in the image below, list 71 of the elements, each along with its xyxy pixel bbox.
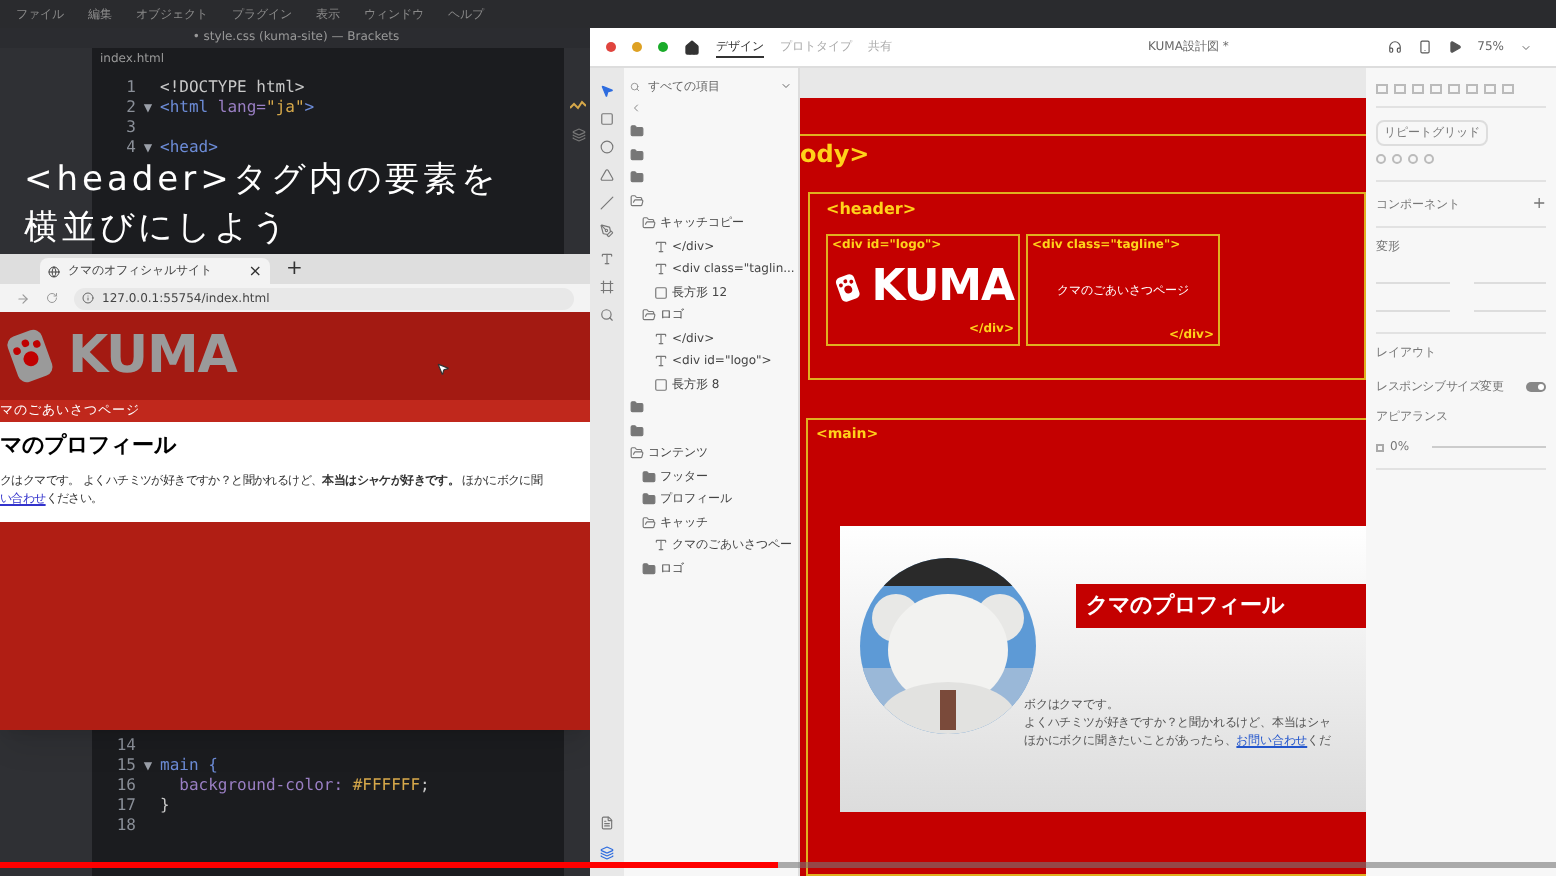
rectangle-icon [654,285,668,300]
line-number: 14 [114,734,136,758]
ellipse-tool-icon[interactable] [600,140,614,154]
code-line: <html lang="ja"> [160,96,315,120]
code-line: <!DOCTYPE html> [160,76,305,99]
text-icon [654,262,668,277]
folder-icon [630,446,644,461]
rectangle-tool-icon[interactable] [600,112,614,126]
folder-icon [630,400,644,415]
logo-text: KUMA [68,323,237,389]
chevron-icon [780,80,792,92]
code-line: background-color: #FFFFFF; [177,774,430,798]
live-preview-icon[interactable] [570,100,586,112]
line-number: 3 [124,116,136,140]
folder-icon [630,147,644,162]
logo-text: KUMA [871,260,1014,316]
folder-icon [642,561,656,576]
chevron-icon[interactable] [1520,41,1532,53]
document-icon[interactable] [600,816,614,830]
home-icon[interactable] [684,39,700,55]
tag-label: <header> [826,198,919,222]
line-number: 1 [124,76,136,100]
zoom-tool-icon[interactable] [600,308,614,322]
line-number: 18 [114,814,136,838]
new-tab-button[interactable]: + [286,258,303,282]
text-icon [654,538,668,553]
reload-icon[interactable] [46,292,58,304]
select-tool-icon[interactable] [600,84,614,98]
line-number: 17 [114,794,136,818]
line-number: 4 [124,136,136,160]
pen-tool-icon[interactable] [600,224,614,238]
text-icon [654,239,668,254]
toggle-switch[interactable] [1526,382,1546,392]
caption-line: <header>タグ内の要素を [24,158,499,204]
play-icon[interactable] [1447,40,1462,54]
profile-heading: マのプロフィール [0,430,178,462]
layers-icon[interactable] [600,846,614,860]
rectangle-icon [654,377,668,392]
phone-icon[interactable] [1417,40,1432,54]
tag-label: ody> [800,138,872,172]
close-tab-button[interactable]: × [248,259,262,283]
caption-line: 横並びにしよう [24,206,292,252]
text-icon [654,354,668,369]
headphones-icon[interactable] [1387,40,1402,54]
globe-icon [48,265,60,277]
folder-icon [642,308,656,323]
code-line: } [160,794,170,818]
artboard-tool-icon[interactable] [600,280,614,294]
code-line: main { [160,754,218,777]
forward-icon[interactable] [16,291,30,305]
back-icon[interactable] [630,102,642,114]
folder-icon [630,423,644,438]
text-icon [654,331,668,346]
folder-icon [642,469,656,484]
line-number: 2 [124,96,136,120]
line-number: 15 [114,754,136,778]
folder-icon [642,515,656,530]
text-tool-icon[interactable] [600,252,614,266]
folder-icon [642,492,656,507]
folder-icon [630,170,644,185]
line-tool-icon[interactable] [600,196,614,210]
cursor-icon [436,361,451,375]
video-progress-bar[interactable] [0,862,1556,868]
line-number: 16 [114,774,136,798]
folder-icon [630,124,644,139]
polygon-tool-icon[interactable] [600,168,614,182]
profile-heading: クマのプロフィール [1076,583,1366,627]
search-icon [630,81,640,91]
add-button[interactable]: + [1532,192,1546,216]
info-icon [82,292,94,304]
code-line: <head> [160,136,218,160]
